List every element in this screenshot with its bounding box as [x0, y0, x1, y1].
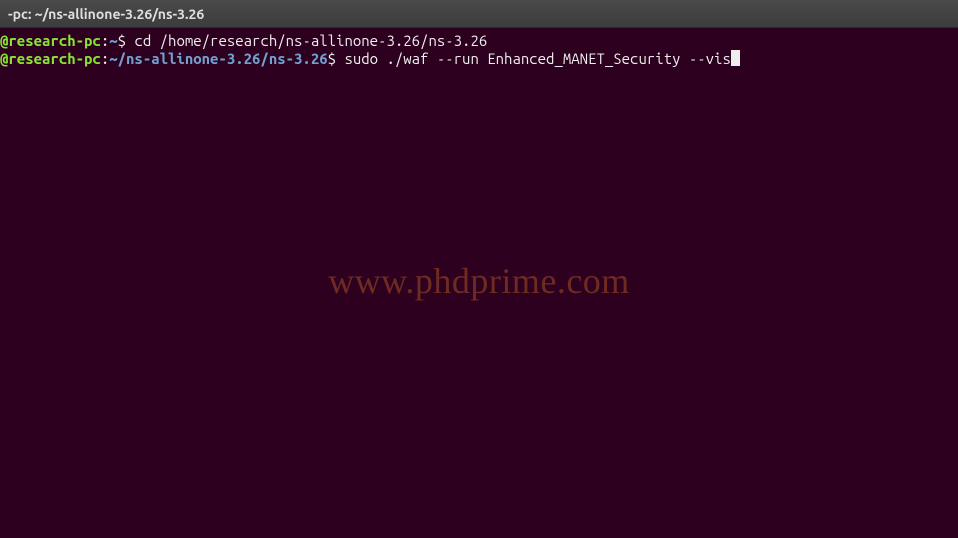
command-text: sudo ./waf --run Enhanced_MANET_Security… [344, 50, 730, 67]
prompt-path: ~ [109, 32, 117, 49]
prompt-path: ~/ns-allinone-3.26/ns-3.26 [109, 50, 327, 67]
window-title: -pc: ~/ns-allinone-3.26/ns-3.26 [8, 6, 204, 22]
terminal-body[interactable]: @research-pc:~$ cd /home/research/ns-all… [0, 28, 958, 538]
prompt-userhost: @research-pc [0, 32, 101, 49]
command-text: cd /home/research/ns-allinone-3.26/ns-3.… [134, 32, 487, 49]
prompt-colon: : [101, 32, 109, 49]
terminal-line: @research-pc:~$ cd /home/research/ns-all… [0, 32, 958, 50]
watermark-text: www.phdprime.com [0, 272, 958, 290]
prompt-userhost: @research-pc [0, 50, 101, 67]
prompt-colon: : [101, 50, 109, 67]
window-titlebar[interactable]: -pc: ~/ns-allinone-3.26/ns-3.26 [0, 0, 958, 28]
terminal-line: @research-pc:~/ns-allinone-3.26/ns-3.26$… [0, 50, 958, 68]
prompt-dollar: $ [328, 50, 345, 67]
prompt-dollar: $ [118, 32, 135, 49]
terminal-cursor [731, 50, 740, 66]
terminal-window: -pc: ~/ns-allinone-3.26/ns-3.26 @researc… [0, 0, 958, 538]
